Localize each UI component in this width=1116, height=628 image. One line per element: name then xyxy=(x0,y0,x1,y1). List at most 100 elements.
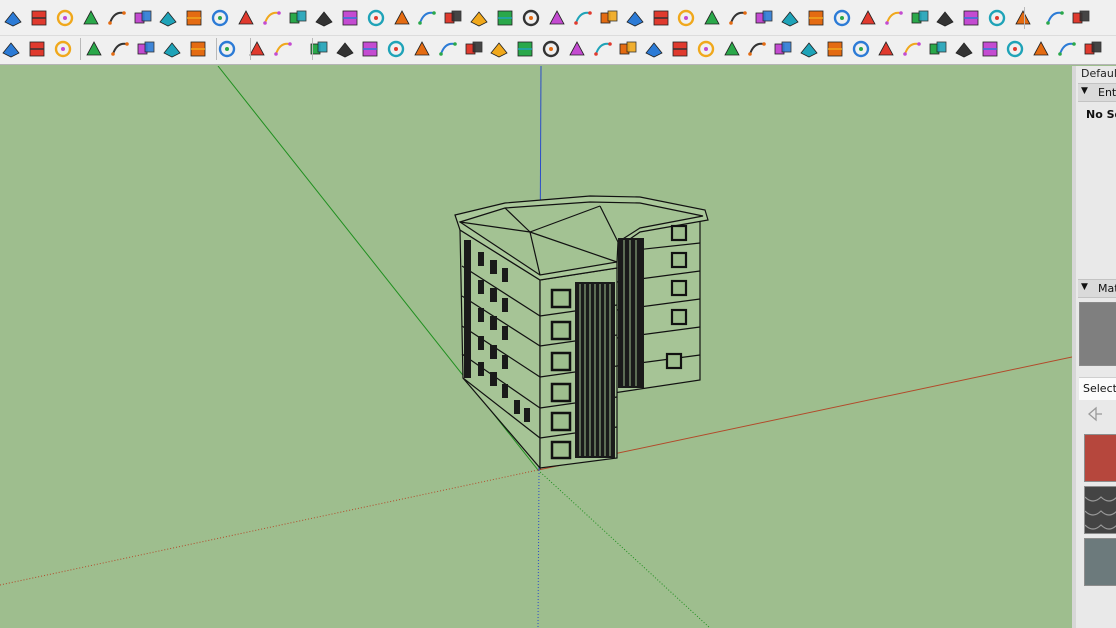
curve-25-icon[interactable] xyxy=(927,38,949,60)
cloud-upload-icon[interactable] xyxy=(187,38,209,60)
curve-2-icon[interactable] xyxy=(334,38,356,60)
orange-grid-icon[interactable] xyxy=(857,7,879,29)
layer-green-icon[interactable] xyxy=(80,7,102,29)
red-cube-icon[interactable] xyxy=(727,7,749,29)
model-viewport[interactable] xyxy=(0,66,1072,628)
entity-info-status: No Selection xyxy=(1086,108,1116,121)
tray-title: Default Tray xyxy=(1081,67,1116,80)
blue-x-icon[interactable] xyxy=(416,7,438,29)
rotate-arrow-icon[interactable] xyxy=(572,7,594,29)
curve-20-icon[interactable] xyxy=(798,38,820,60)
curve-5-icon[interactable] xyxy=(411,38,433,60)
curve-31-icon[interactable] xyxy=(1082,38,1104,60)
red-axis-negative xyxy=(0,469,539,586)
info-icon[interactable] xyxy=(272,38,294,60)
video-camera-icon[interactable] xyxy=(52,38,74,60)
green-axis-negative xyxy=(537,469,711,628)
curve-27-icon[interactable] xyxy=(979,38,1001,60)
image-landscape-icon[interactable] xyxy=(831,7,853,29)
curve-9-icon[interactable] xyxy=(514,38,536,60)
curve-13-icon[interactable] xyxy=(617,38,639,60)
material-swatch-stone[interactable] xyxy=(1084,538,1116,586)
tree-icon[interactable] xyxy=(109,38,131,60)
box-tool-icon[interactable] xyxy=(261,7,283,29)
curve-4-icon[interactable] xyxy=(385,38,407,60)
cube-flip-icon[interactable] xyxy=(701,7,723,29)
cylinder-icon[interactable] xyxy=(624,7,646,29)
curve-6-icon[interactable] xyxy=(437,38,459,60)
red-square-icon[interactable] xyxy=(183,7,205,29)
four-arrows-icon[interactable] xyxy=(598,7,620,29)
paint-bucket-blue-icon[interactable] xyxy=(2,7,24,29)
materials-header[interactable]: ▼ Materials xyxy=(1078,279,1116,298)
toolbar-separator xyxy=(1024,7,1025,29)
red-diamond-icon[interactable] xyxy=(779,7,801,29)
toolbar-top xyxy=(0,0,1116,36)
curve-17-icon[interactable] xyxy=(721,38,743,60)
triangle-green-icon[interactable] xyxy=(442,7,464,29)
frame-icon[interactable] xyxy=(805,7,827,29)
window-extra-icon[interactable] xyxy=(1070,7,1092,29)
checker-sphere-icon[interactable] xyxy=(161,38,183,60)
curve-28-icon[interactable] xyxy=(1004,38,1026,60)
curve-line-icon[interactable] xyxy=(313,7,335,29)
layer-outline-icon[interactable] xyxy=(132,7,154,29)
curve-3-icon[interactable] xyxy=(359,38,381,60)
curve-30-icon[interactable] xyxy=(1056,38,1078,60)
layer-yellow-icon[interactable] xyxy=(54,7,76,29)
curve-18-icon[interactable] xyxy=(746,38,768,60)
dotted-path-icon[interactable] xyxy=(339,7,361,29)
scatter-x-icon[interactable] xyxy=(934,7,956,29)
rotate-orange-icon[interactable] xyxy=(157,7,179,29)
hook-yellow-icon[interactable] xyxy=(520,7,542,29)
default-tray: Default Tray ▼ Entity Info No Selection … xyxy=(1072,66,1116,628)
curve-29-icon[interactable] xyxy=(1030,38,1052,60)
curve-26-icon[interactable] xyxy=(953,38,975,60)
toolbar-separator xyxy=(216,38,217,60)
material-swatch-roof-tile[interactable] xyxy=(1084,486,1116,534)
curve-10-icon[interactable] xyxy=(540,38,562,60)
curve-22-icon[interactable] xyxy=(850,38,872,60)
curve-8-icon[interactable] xyxy=(488,38,510,60)
toolbar-separator xyxy=(250,38,251,60)
followme-icon[interactable] xyxy=(0,38,22,60)
curve-7-icon[interactable] xyxy=(463,38,485,60)
red-cross-icon[interactable] xyxy=(365,7,387,29)
paint-bucket-cyan-icon[interactable] xyxy=(28,7,50,29)
add-circle-icon[interactable] xyxy=(83,38,105,60)
green-cross-icon[interactable] xyxy=(391,7,413,29)
orange-grid-alt-icon[interactable] xyxy=(909,7,931,29)
settings-gear-icon[interactable] xyxy=(216,38,238,60)
triangle-multi-icon[interactable] xyxy=(468,7,490,29)
material-swatch-brick[interactable] xyxy=(1084,434,1116,482)
arc-points-icon[interactable] xyxy=(960,7,982,29)
curve-11-icon[interactable] xyxy=(566,38,588,60)
refresh-green-icon[interactable] xyxy=(26,38,48,60)
warning-triangle-icon[interactable] xyxy=(494,7,516,29)
flame-orange-icon[interactable] xyxy=(546,7,568,29)
collapse-triangle-icon: ▼ xyxy=(1081,86,1088,96)
flag-icon[interactable] xyxy=(235,7,257,29)
component-grid-icon[interactable] xyxy=(986,7,1008,29)
curve-21-icon[interactable] xyxy=(824,38,846,60)
cube-split-icon[interactable] xyxy=(753,7,775,29)
curve-19-icon[interactable] xyxy=(772,38,794,60)
chain-link-icon[interactable] xyxy=(287,7,309,29)
curve-12-icon[interactable] xyxy=(592,38,614,60)
materials-select-tab[interactable]: Select xyxy=(1079,377,1116,400)
curve-24-icon[interactable] xyxy=(901,38,923,60)
green-shapes-icon[interactable] xyxy=(675,7,697,29)
window-cascade-icon[interactable] xyxy=(1044,7,1066,29)
yellow-grid-icon[interactable] xyxy=(883,7,905,29)
curve-14-icon[interactable] xyxy=(643,38,665,60)
ramp-icon[interactable] xyxy=(135,38,157,60)
back-arrow-icon[interactable] xyxy=(1086,406,1104,422)
curve-23-icon[interactable] xyxy=(875,38,897,60)
layer-red-icon[interactable] xyxy=(106,7,128,29)
entity-info-header[interactable]: ▼ Entity Info xyxy=(1078,83,1116,102)
table-grid-icon[interactable] xyxy=(209,7,231,29)
curve-15-icon[interactable] xyxy=(669,38,691,60)
curve-16-icon[interactable] xyxy=(695,38,717,60)
undo-arc-icon[interactable] xyxy=(650,7,672,29)
material-preview xyxy=(1079,302,1116,366)
